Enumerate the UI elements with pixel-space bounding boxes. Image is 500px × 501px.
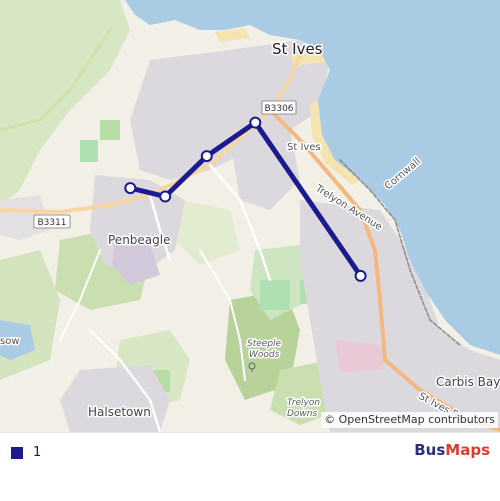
map-frame: B3306 B3311 St Ives St Ives Penbeagle Ha… [0,0,500,501]
steeple-woods-line-2: Woods [249,350,280,360]
steeple-woods-line-1: Steeple [247,339,282,349]
place-label-steeple-woods: Steeple Woods [246,338,284,362]
map-svg: B3306 B3311 St Ives St Ives Penbeagle Ha… [0,0,500,432]
road-label-b3306: B3306 [264,104,293,114]
place-label-trelyon-downs: Trelyon Downs [286,397,322,421]
bus-stop-marker[interactable] [354,269,367,282]
legend-swatch [11,446,23,459]
bus-stop-marker[interactable] [159,190,172,203]
busmaps-logo[interactable]: BusMaps [414,441,490,459]
place-label-st-ives: St Ives [272,40,323,58]
brand-part-2: Maps [445,441,490,459]
bus-stop-marker[interactable] [124,182,137,195]
road-shield-b3306: B3306 [261,100,297,115]
map-attribution[interactable]: © OpenStreetMap contributors [321,412,498,428]
place-label-st-ives-small: St Ives [287,142,321,153]
bus-stop-marker[interactable] [200,150,213,163]
map-canvas[interactable]: B3306 B3311 St Ives St Ives Penbeagle Ha… [0,0,500,432]
place-label-carbis-bay: Carbis Bay [436,375,500,389]
trelyon-downs-line-1: Trelyon [287,398,320,408]
map-footer: 1 BusMaps [0,432,500,501]
trelyon-downs-line-2: Downs [287,409,318,419]
place-label-penbeagle: Penbeagle [108,233,170,247]
bus-stop-marker[interactable] [249,116,262,129]
road-shield-b3311: B3311 [33,214,71,229]
place-label-sow: sow [0,336,20,347]
brand-part-1: Bus [414,441,446,459]
road-label-b3311: B3311 [37,218,66,228]
place-label-halsetown: Halsetown [88,405,151,419]
legend-label-route-1: 1 [33,445,42,460]
route-legend: 1 [11,445,41,460]
